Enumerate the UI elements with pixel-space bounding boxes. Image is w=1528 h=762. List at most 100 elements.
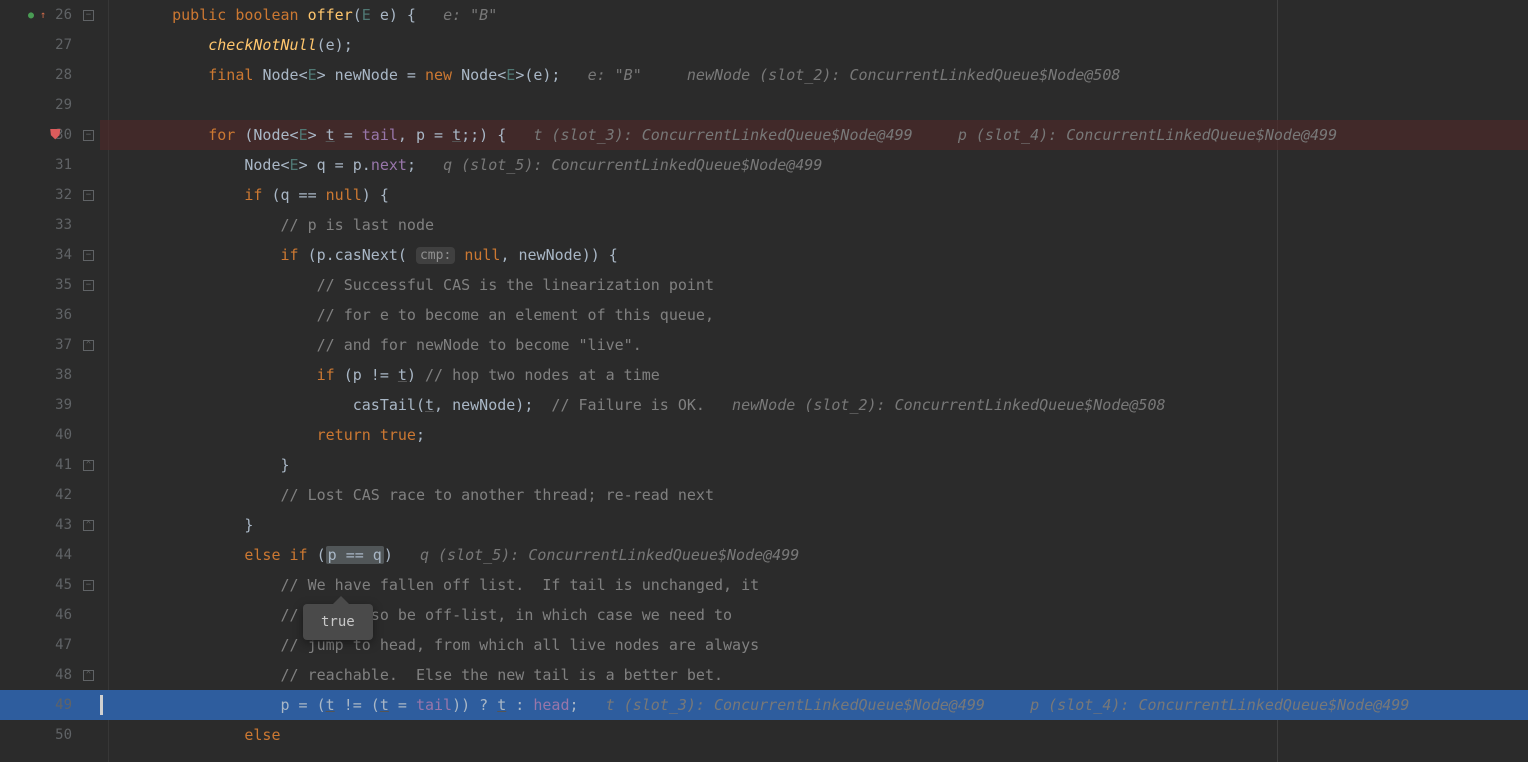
code-line[interactable]: // p is last node [100,210,1528,240]
gutter-line[interactable]: 33 [0,210,100,240]
code-line[interactable]: else [100,720,1528,750]
code-line[interactable]: // Successful CAS is the linearization p… [100,270,1528,300]
code-line[interactable]: p = (t != (t = tail)) ? t : head; t (slo… [100,690,1528,720]
gutter-line[interactable]: 32− [0,180,100,210]
code-line[interactable]: checkNotNull(e); [100,30,1528,60]
code-token: e) { [380,6,443,24]
code-line[interactable]: } [100,450,1528,480]
code-line[interactable]: else if (p == q) q (slot_5): ConcurrentL… [100,540,1528,570]
gutter-line[interactable]: 30⛊− [0,120,100,150]
tooltip-value: true [321,614,355,630]
gutter-line[interactable]: 28 [0,60,100,90]
fold-expand-icon[interactable]: − [83,580,94,591]
run-arrow-icon[interactable]: ↑ [40,10,46,21]
code-token [705,396,732,414]
code-token: // and for newNode to become "live". [317,336,642,354]
code-token: ;;) { [461,126,533,144]
code-token [136,606,281,624]
execution-cursor [100,695,103,715]
code-line[interactable]: public boolean offer(E e) { e: "B" [100,0,1528,30]
gutter-line[interactable]: 36 [0,300,100,330]
code-line[interactable]: // We have fallen off list. If tail is u… [100,570,1528,600]
code-token: final [208,66,262,84]
gutter-line[interactable]: 29 [0,90,100,120]
code-token: if [281,246,308,264]
fold-expand-icon[interactable]: − [83,130,94,141]
code-line[interactable]: return true; [100,420,1528,450]
gutter-line[interactable]: 34− [0,240,100,270]
code-token: (p != [344,366,398,384]
code-line[interactable]: final Node<E> newNode = new Node<E>(e); … [100,60,1528,90]
gutter-line[interactable]: 48⌃ [0,660,100,690]
gutter-line[interactable]: 27 [0,30,100,60]
code-token [136,576,281,594]
gutter-line[interactable]: 42 [0,480,100,510]
code-token: // p is last node [281,216,435,234]
code-token: > newNode = [317,66,425,84]
code-token: ) { [362,186,389,204]
gutter-line[interactable]: 31 [0,150,100,180]
gutter-line[interactable]: 26●↑− [0,0,100,30]
gutter-line[interactable]: 50 [0,720,100,750]
code-token: if [317,366,344,384]
fold-expand-icon[interactable]: − [83,280,94,291]
code-token: Node [136,156,281,174]
code-line[interactable]: if (p.casNext( cmp: null, newNode)) { [100,240,1528,270]
code-line[interactable]: if (q == null) { [100,180,1528,210]
code-token: (q == [271,186,325,204]
fold-end-icon[interactable]: ⌃ [83,460,94,471]
code-token: // Lost CAS race to another thread; re-r… [281,486,714,504]
code-area[interactable]: public boolean offer(E e) { e: "B" check… [100,0,1528,762]
gutter-line[interactable]: 35− [0,270,100,300]
code-line[interactable]: } [100,510,1528,540]
gutter-line[interactable]: 43⌃ [0,510,100,540]
line-number: 28 [55,67,72,83]
fold-end-icon[interactable]: ⌃ [83,520,94,531]
gutter-line[interactable]: 38 [0,360,100,390]
code-token [136,186,244,204]
gutter-line[interactable]: 41⌃ [0,450,100,480]
breakpoint-icon[interactable]: ⛊ [50,127,61,143]
fold-end-icon[interactable]: ⌃ [83,340,94,351]
line-number: 39 [55,397,72,413]
code-token: ) [384,546,420,564]
code-token [136,6,172,24]
code-line[interactable]: for (Node<E> t = tail, p = t;;) { t (slo… [100,120,1528,150]
code-token: offer [308,6,353,24]
code-token: >(e); [515,66,587,84]
fold-end-icon[interactable]: ⌃ [83,670,94,681]
code-token: (p.casNext( [308,246,416,264]
code-token: < [281,156,290,174]
run-gutter-icon[interactable]: ● [28,10,34,21]
gutter-line[interactable]: 49 [0,690,100,720]
fold-expand-icon[interactable]: − [83,10,94,21]
code-token [136,246,281,264]
gutter-line[interactable]: 39 [0,390,100,420]
fold-expand-icon[interactable]: − [83,250,94,261]
gutter-line[interactable]: 47 [0,630,100,660]
gutter: 26●↑−27282930⛊−3132−3334−35−3637⌃3839404… [0,0,100,762]
code-editor: 26●↑−27282930⛊−3132−3334−35−3637⌃3839404… [0,0,1528,762]
gutter-line[interactable]: 40 [0,420,100,450]
gutter-line[interactable]: 45− [0,570,100,600]
code-token: E [290,156,299,174]
code-line[interactable]: Node<E> q = p.next; q (slot_5): Concurre… [100,150,1528,180]
code-line[interactable]: casTail(t, newNode); // Failure is OK. n… [100,390,1528,420]
line-number: 27 [55,37,72,53]
code-line[interactable]: // reachable. Else the new tail is a bet… [100,660,1528,690]
code-token: E [299,126,308,144]
code-line[interactable]: // Lost CAS race to another thread; re-r… [100,480,1528,510]
code-line[interactable]: // and for newNode to become "live". [100,330,1528,360]
code-line[interactable] [100,90,1528,120]
code-token: < [497,66,506,84]
gutter-line[interactable]: 44 [0,540,100,570]
code-line[interactable]: if (p != t) // hop two nodes at a time [100,360,1528,390]
gutter-line[interactable]: 46 [0,600,100,630]
code-token: , newNode)) { [500,246,617,264]
fold-expand-icon[interactable]: − [83,190,94,201]
gutter-line[interactable]: 37⌃ [0,330,100,360]
code-token: new [425,66,461,84]
code-token: tail [416,696,452,714]
code-line[interactable]: // for e to become an element of this qu… [100,300,1528,330]
code-token: else if [244,546,316,564]
